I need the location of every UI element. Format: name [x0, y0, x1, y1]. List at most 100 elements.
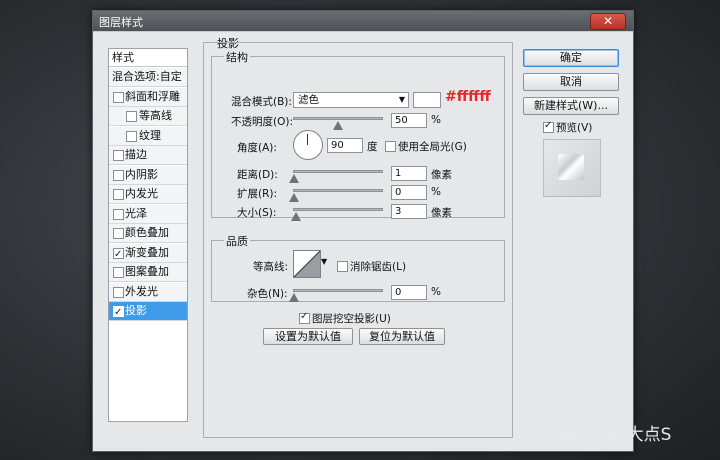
opacity-slider-handle[interactable] — [333, 121, 343, 130]
contour-label: 等高线: — [253, 261, 289, 273]
style-item-checkbox[interactable] — [113, 150, 124, 161]
spread-input[interactable]: 0 — [391, 185, 427, 200]
style-list-item[interactable]: 混合选项:自定 — [109, 68, 187, 87]
close-icon: ✕ — [602, 14, 614, 28]
style-list-item[interactable]: 图案叠加 — [109, 263, 187, 282]
size-slider[interactable] — [293, 208, 383, 211]
dialog-body: 样式 混合选项:自定斜面和浮雕等高线纹理描边内阴影内发光光泽颜色叠加渐变叠加图案… — [93, 32, 633, 451]
contour-linear-icon — [294, 251, 320, 277]
new-style-button[interactable]: 新建样式(W)... — [523, 97, 619, 115]
style-item-label: 斜面和浮雕 — [125, 89, 180, 103]
distance-slider[interactable] — [293, 170, 383, 173]
opacity-slider[interactable] — [293, 117, 383, 120]
style-list-header: 样式 — [109, 49, 187, 67]
style-item-checkbox[interactable] — [126, 130, 137, 142]
ok-button[interactable]: 确定 — [523, 49, 619, 67]
spread-unit: % — [431, 186, 441, 198]
style-item-checkbox[interactable] — [113, 228, 124, 239]
size-slider-handle[interactable] — [291, 212, 301, 221]
preview-checkbox[interactable] — [543, 120, 554, 133]
anti-alias-label: 消除锯齿(L) — [350, 261, 407, 273]
knockout-checkbox[interactable] — [299, 311, 310, 324]
style-item-label: 外发光 — [125, 284, 158, 298]
contour-picker[interactable] — [293, 250, 321, 278]
structure-title: 结构 — [224, 49, 250, 65]
distance-unit: 像素 — [431, 169, 452, 181]
style-preview-thumbnail — [543, 139, 601, 197]
style-list-item[interactable]: 投影 — [109, 302, 187, 322]
angle-dial[interactable] — [293, 130, 323, 160]
style-list-item[interactable]: 外发光 — [109, 282, 187, 302]
size-unit: 像素 — [431, 207, 452, 219]
spread-slider-handle[interactable] — [289, 193, 299, 202]
size-input[interactable]: 3 — [391, 204, 427, 219]
distance-slider-handle[interactable] — [289, 174, 299, 183]
style-item-label: 纹理 — [139, 128, 161, 142]
opacity-label: 不透明度(O): — [231, 116, 293, 128]
reset-default-button[interactable]: 复位为默认值 — [359, 328, 445, 345]
noise-input[interactable]: 0 — [391, 285, 427, 300]
style-list-item[interactable]: 斜面和浮雕 — [109, 87, 187, 107]
noise-label: 杂色(N): — [247, 288, 288, 300]
chevron-down-icon: ▼ — [398, 95, 405, 104]
style-item-label: 内阴影 — [125, 167, 158, 181]
style-item-label: 颜色叠加 — [125, 226, 169, 239]
style-item-checkbox[interactable] — [126, 111, 137, 122]
angle-dial-needle — [307, 134, 308, 145]
blend-mode-select[interactable]: 滤色 ▼ — [293, 92, 409, 108]
spread-label: 扩展(R): — [237, 188, 278, 200]
noise-slider-handle[interactable] — [289, 293, 299, 302]
quality-title: 品质 — [224, 233, 250, 249]
style-item-checkbox[interactable] — [113, 286, 124, 298]
noise-slider[interactable] — [293, 289, 383, 292]
color-annotation: #ffffff — [445, 89, 491, 105]
style-item-checkbox[interactable] — [113, 169, 124, 181]
style-list-item[interactable]: 纹理 — [109, 126, 187, 146]
style-list-item[interactable]: 内发光 — [109, 185, 187, 204]
dialog-title: 图层样式 — [99, 16, 143, 29]
style-item-checkbox[interactable] — [113, 267, 124, 278]
style-item-checkbox[interactable] — [113, 304, 124, 322]
knockout-label: 图层挖空投影(U) — [312, 313, 391, 325]
style-list-item[interactable]: 渐变叠加 — [109, 243, 187, 264]
close-button[interactable]: ✕ — [590, 13, 626, 30]
angle-label: 角度(A): — [237, 142, 277, 154]
global-light-label: 使用全局光(G) — [398, 141, 467, 153]
distance-input[interactable]: 1 — [391, 166, 427, 181]
blend-mode-label: 混合模式(B): — [231, 96, 292, 108]
style-item-checkbox[interactable] — [113, 246, 124, 264]
style-list-item[interactable]: 光泽 — [109, 204, 187, 224]
shadow-color-swatch[interactable] — [413, 92, 441, 108]
layer-style-dialog: 图层样式 ✕ 样式 混合选项:自定斜面和浮雕等高线纹理描边内阴影内发光光泽颜色叠… — [92, 10, 634, 452]
angle-input[interactable]: 90 — [327, 138, 363, 153]
style-list-item[interactable]: 颜色叠加 — [109, 224, 187, 243]
opacity-input[interactable]: 50 — [391, 113, 427, 128]
style-item-label: 内发光 — [125, 187, 158, 200]
style-item-label: 等高线 — [139, 109, 172, 122]
preview-swatch — [558, 154, 584, 180]
style-list-item[interactable]: 等高线 — [109, 107, 187, 126]
blend-mode-value: 滤色 — [298, 94, 319, 106]
contour-dropdown-icon[interactable]: ▼ — [321, 257, 327, 266]
style-item-checkbox[interactable] — [113, 189, 124, 200]
noise-unit: % — [431, 286, 441, 298]
distance-label: 距离(D): — [237, 169, 278, 181]
make-default-button[interactable]: 设置为默认值 — [263, 328, 353, 345]
preview-label: 预览(V) — [556, 122, 593, 134]
title-bar[interactable]: 图层样式 ✕ — [93, 11, 633, 31]
style-list: 样式 混合选项:自定斜面和浮雕等高线纹理描边内阴影内发光光泽颜色叠加渐变叠加图案… — [108, 48, 188, 422]
style-item-label: 光泽 — [125, 206, 147, 220]
spread-slider[interactable] — [293, 189, 383, 192]
anti-alias-checkbox[interactable] — [337, 261, 348, 272]
style-item-label: 图案叠加 — [125, 265, 169, 278]
style-item-label: 描边 — [125, 148, 147, 161]
style-item-label: 混合选项:自定 — [112, 70, 182, 83]
global-light-checkbox[interactable] — [385, 141, 396, 152]
style-item-checkbox[interactable] — [113, 91, 124, 103]
style-list-item[interactable]: 内阴影 — [109, 165, 187, 185]
opacity-unit: % — [431, 114, 441, 126]
cancel-button[interactable]: 取消 — [523, 73, 619, 91]
style-list-item[interactable]: 描边 — [109, 146, 187, 165]
watermark: 知乎 @P大点S — [560, 425, 672, 445]
style-item-checkbox[interactable] — [113, 208, 124, 220]
